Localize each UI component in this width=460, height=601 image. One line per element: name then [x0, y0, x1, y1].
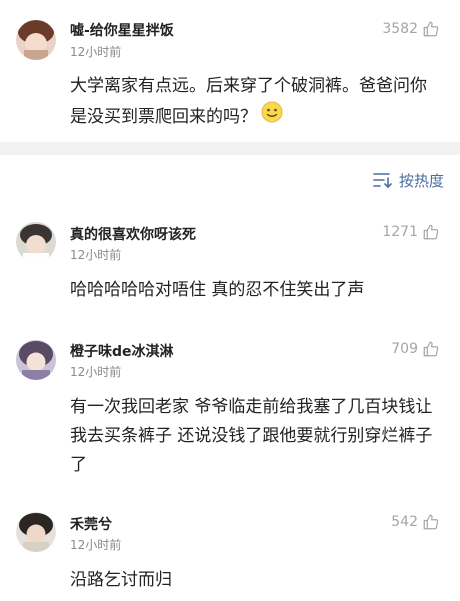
like-count: 1271	[382, 224, 418, 240]
username[interactable]: 橙子味de冰淇淋	[70, 341, 174, 361]
like-button[interactable]: 709	[391, 340, 440, 358]
like-count: 542	[391, 514, 418, 530]
like-button[interactable]: 3582	[382, 20, 440, 38]
like-button[interactable]: 542	[391, 513, 440, 531]
sort-icon	[373, 173, 392, 188]
timestamp: 12小时前	[70, 45, 122, 59]
thumbs-up-icon	[423, 514, 439, 530]
avatar[interactable]	[16, 512, 56, 552]
username[interactable]: 禾莞兮	[70, 514, 112, 534]
like-button[interactable]: 1271	[382, 223, 440, 241]
username[interactable]: 真的很喜欢你呀该死	[70, 224, 196, 244]
thumbs-up-icon	[423, 341, 439, 357]
timestamp: 12小时前	[70, 538, 122, 552]
comment-text: 哈哈哈哈哈对唔住 真的忍不住笑出了声	[70, 280, 365, 300]
smile-emoji-icon	[261, 101, 283, 133]
username[interactable]: 嘘-给你星星拌饭	[70, 20, 174, 40]
timestamp: 12小时前	[70, 365, 122, 379]
sort-by-hot-button[interactable]: 按热度	[373, 168, 444, 192]
comment-text: 沿路乞讨而归	[70, 570, 172, 590]
thumbs-up-icon	[423, 21, 439, 37]
section-divider	[0, 142, 460, 155]
like-count: 3582	[382, 21, 418, 37]
avatar[interactable]	[16, 20, 56, 60]
avatar[interactable]	[16, 222, 56, 262]
thumbs-up-icon	[423, 224, 439, 240]
like-count: 709	[391, 341, 418, 357]
comment-text: 大学离家有点远。后来穿了个破洞裤。爸爸问你是没买到票爬回来的吗？	[70, 72, 442, 133]
timestamp: 12小时前	[70, 248, 122, 262]
avatar[interactable]	[16, 340, 56, 380]
sort-label: 按热度	[398, 171, 444, 190]
comment-text: 有一次我回老家 爷爷临走前给我塞了几百块钱让我去买条裤子 还说没钱了跟他要就行别…	[70, 397, 433, 475]
